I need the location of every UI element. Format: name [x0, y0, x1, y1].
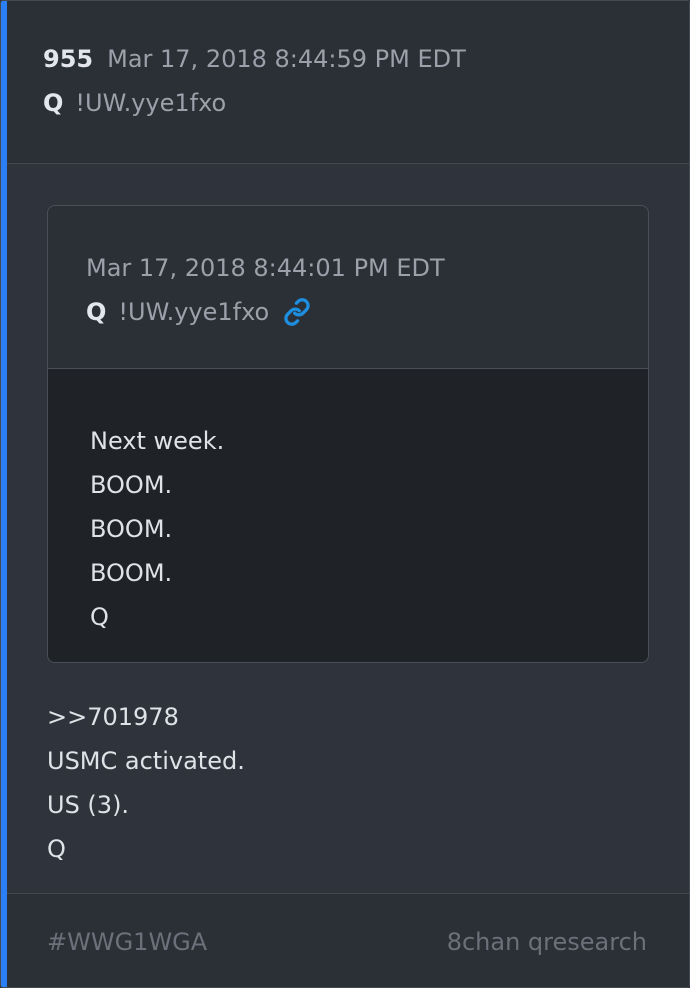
quoted-line: BOOM.	[90, 471, 173, 499]
quoted-line: Next week.	[90, 427, 225, 455]
quoted-author-name: Q	[86, 298, 107, 326]
post-line: USMC activated.	[47, 747, 245, 775]
quoted-line: BOOM.	[90, 559, 173, 587]
post-meta: 955 Mar 17, 2018 8:44:59 PM EDT	[43, 45, 466, 73]
post-reference-link[interactable]: >>701978	[47, 695, 245, 739]
quoted-author-tripcode: !UW.yye1fxo	[118, 298, 270, 326]
hashtag: #WWG1WGA	[47, 928, 208, 956]
post-line: US (3).	[47, 791, 130, 819]
post-line: Q	[47, 835, 66, 863]
post-number: 955	[43, 45, 94, 73]
post-footer: #WWG1WGA 8chan qresearch	[7, 893, 689, 987]
quoted-post-header: Mar 17, 2018 8:44:01 PM EDT Q !UW.yye1fxo	[48, 206, 648, 369]
quoted-post-timestamp: Mar 17, 2018 8:44:01 PM EDT	[86, 254, 445, 282]
quoted-post-author: Q !UW.yye1fxo	[86, 298, 311, 326]
post-author: Q !UW.yye1fxo	[43, 89, 226, 117]
quoted-line: BOOM.	[90, 515, 173, 543]
post-timestamp: Mar 17, 2018 8:44:59 PM EDT	[107, 45, 466, 73]
link-icon[interactable]	[283, 298, 311, 326]
author-name: Q	[43, 89, 64, 117]
post-card: 955 Mar 17, 2018 8:44:59 PM EDT Q !UW.yye1…	[0, 0, 690, 988]
author-tripcode: !UW.yye1fxo	[75, 89, 227, 117]
quoted-line: Q	[90, 603, 109, 631]
post-header: 955 Mar 17, 2018 8:44:59 PM EDT Q !UW.yye1…	[7, 1, 689, 164]
quoted-post: Mar 17, 2018 8:44:01 PM EDT Q !UW.yye1fxo…	[47, 205, 649, 663]
source-label: 8chan qresearch	[446, 928, 647, 956]
quoted-post-body: Next week. BOOM. BOOM. BOOM. Q	[48, 369, 648, 662]
quoted-post-lines: Next week. BOOM. BOOM. BOOM. Q	[90, 419, 224, 639]
post-body: >>701978 USMC activated. US (3). Q	[47, 695, 245, 871]
